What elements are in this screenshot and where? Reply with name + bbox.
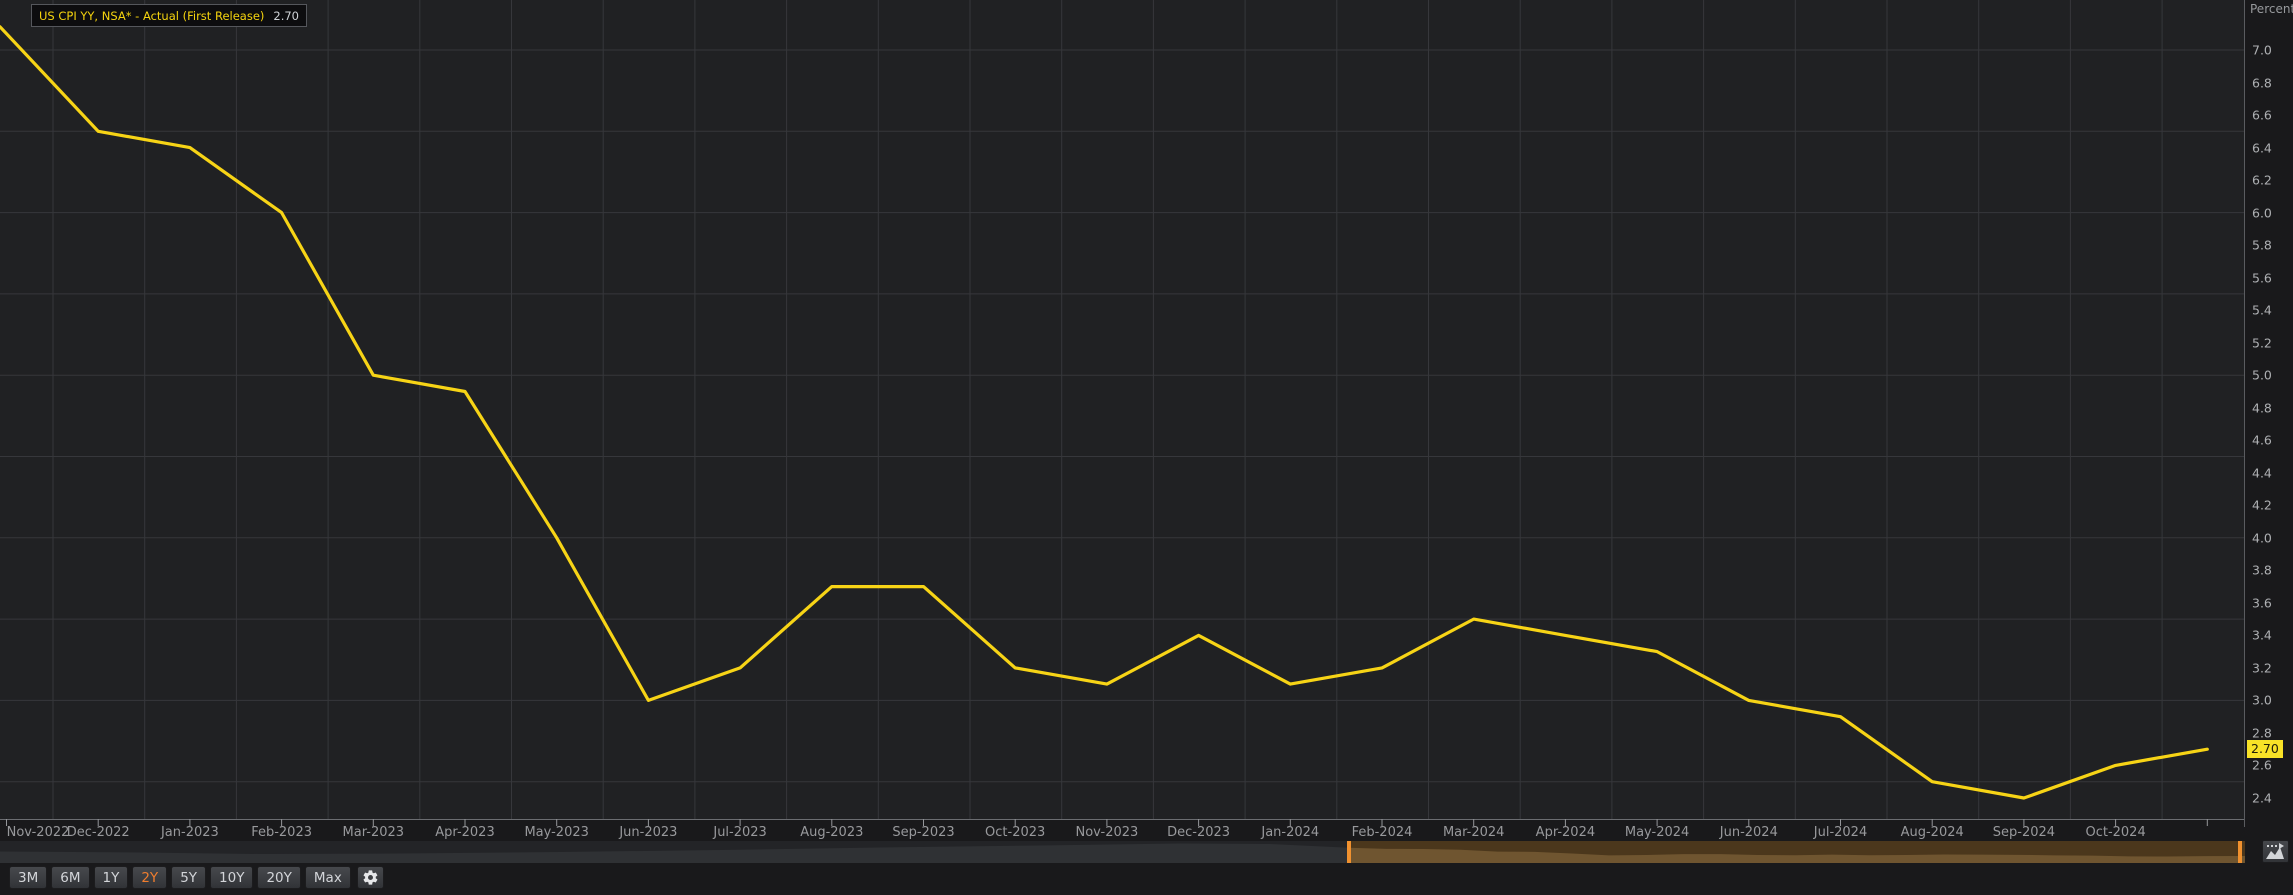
y-axis-tick-label: 3.2 [2252,660,2272,675]
x-axis-tick-label: Oct-2023 [985,825,1045,840]
y-axis-tick-label: 4.0 [2252,530,2272,545]
range-button-1y[interactable]: 1Y [94,866,129,889]
range-handle-right[interactable] [2238,841,2242,863]
range-button-3m[interactable]: 3M [9,866,47,889]
x-axis-tick-label: Sep-2024 [1993,825,2055,840]
x-axis-tick-label: May-2024 [1625,825,1689,840]
y-axis-tick-label: 5.8 [2252,238,2272,253]
x-axis-tick-label: Feb-2023 [251,825,312,840]
y-axis-tick-label: 2.8 [2252,725,2272,740]
series-legend-value: 2.70 [273,9,299,23]
x-axis-tick-label: Aug-2023 [800,825,863,840]
x-axis-tick-label: Mar-2024 [1443,825,1504,840]
y-axis-tick-label: 4.4 [2252,465,2272,480]
y-axis-tick-label: 3.8 [2252,563,2272,578]
range-button-2y[interactable]: 2Y [132,866,167,889]
x-axis-tick-label: Apr-2023 [435,825,494,840]
x-axis-tick-label: May-2023 [524,825,588,840]
series-legend-label: US CPI YY, NSA* - Actual (First Release) [39,9,264,23]
x-axis-tick-label: Mar-2023 [343,825,404,840]
x-axis-tick-label: Oct-2024 [2085,825,2145,840]
y-axis-tick-label: 6.8 [2252,75,2272,90]
y-axis-tick-label: 2.6 [2252,758,2272,773]
y-axis-tick-label: 4.8 [2252,400,2272,415]
gear-icon [362,869,379,886]
range-toolbar: 3M6M1Y2Y5Y10Y20YMax [9,866,384,889]
price-chart-canvas[interactable] [0,0,2245,827]
range-button-10y[interactable]: 10Y [210,866,253,889]
y-axis-tick-label: 3.6 [2252,595,2272,610]
range-navigator-scrollbar[interactable] [0,841,2245,863]
x-axis-tick-label: Apr-2024 [1536,825,1595,840]
y-axis-tick-label: 6.0 [2252,205,2272,220]
scroll-to-latest-button[interactable] [2262,840,2289,863]
chart-arrow-icon [2265,843,2286,860]
x-axis-tick-label: Sep-2023 [892,825,954,840]
series-legend[interactable]: US CPI YY, NSA* - Actual (First Release)… [31,4,307,27]
last-value-badge: 2.70 [2247,740,2283,758]
x-axis-tick-label: Jan-2024 [1261,825,1319,840]
range-button-max[interactable]: Max [305,866,351,889]
y-axis-tick-label: 6.4 [2252,140,2272,155]
x-axis-tick-label: Dec-2023 [1167,825,1230,840]
y-axis-tick-label: 3.0 [2252,693,2272,708]
x-axis-tick-label: Nov-2023 [1075,825,1138,840]
y-axis-tick-label: 5.2 [2252,335,2272,350]
range-button-20y[interactable]: 20Y [257,866,300,889]
y-axis-tick-label: 5.0 [2252,368,2272,383]
y-axis-tick-label: 5.6 [2252,270,2272,285]
range-button-5y[interactable]: 5Y [171,866,206,889]
x-axis-tick-label: Dec-2022 [67,825,130,840]
y-axis-tick-label: 6.2 [2252,173,2272,188]
plot-area[interactable] [0,0,2245,827]
x-axis-tick-label: Jul-2023 [713,825,766,840]
chart-settings-button[interactable] [357,866,384,889]
range-handle-left[interactable] [1347,841,1351,863]
range-button-6m[interactable]: 6M [51,866,89,889]
y-axis-tick-label: 2.4 [2252,791,2272,806]
x-axis-tick-label: Jul-2024 [1814,825,1867,840]
x-axis-tick-label: Nov-2022 [7,825,70,840]
y-axis-tick-label: 3.4 [2252,628,2272,643]
x-axis-tick-label: Jun-2023 [619,825,677,840]
y-axis-unit-label: Percent [2250,2,2293,16]
x-axis-tick-label: Feb-2024 [1352,825,1413,840]
y-axis-tick-label: 6.6 [2252,108,2272,123]
x-axis-tick-label: Jan-2023 [161,825,219,840]
y-axis-tick-label: 7.0 [2252,43,2272,58]
y-axis-tick-label: 4.6 [2252,433,2272,448]
x-axis-tick-label: Jun-2024 [1720,825,1778,840]
y-axis-tick-label: 5.4 [2252,303,2272,318]
y-axis-tick-label: 4.2 [2252,498,2272,513]
x-axis-tick-label: Aug-2024 [1901,825,1964,840]
chart-window: US CPI YY, NSA* - Actual (First Release)… [0,0,2293,895]
